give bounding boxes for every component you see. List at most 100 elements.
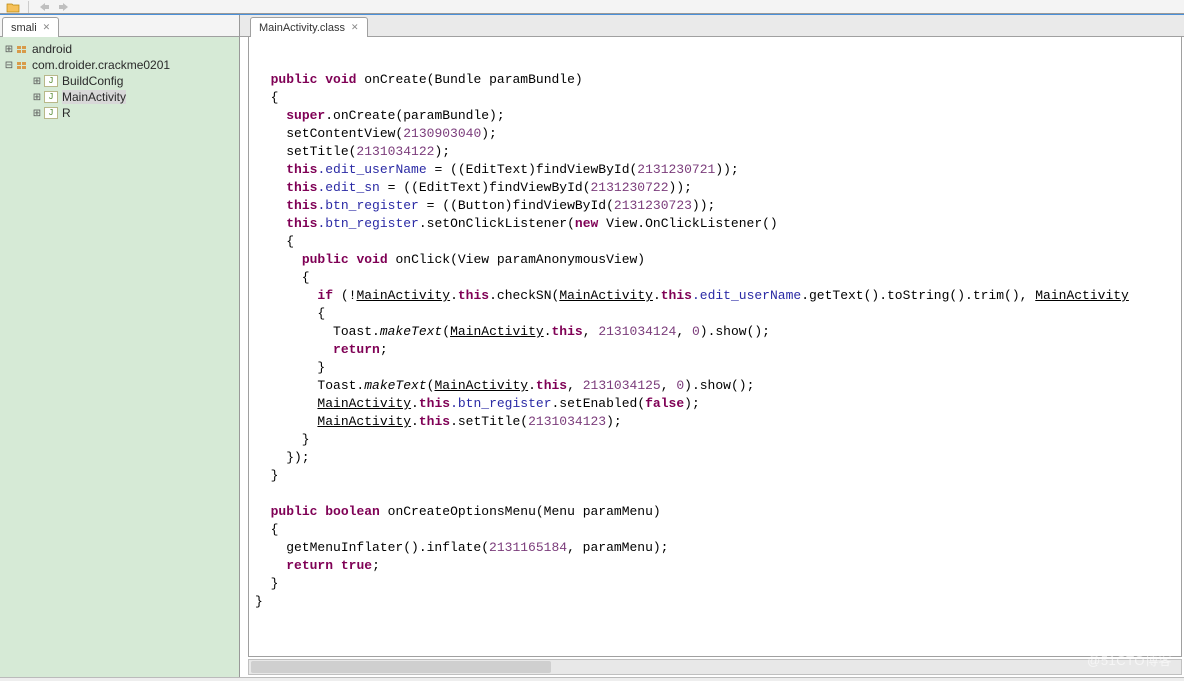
tree-item-android[interactable]: ⊞ android [2, 41, 237, 57]
tree-item-r[interactable]: ⊞ J R [2, 105, 237, 121]
txt: = ((EditText)findViewById( [380, 180, 591, 195]
forward-icon[interactable] [57, 1, 71, 13]
txt: ).show(); [684, 378, 754, 393]
num: 2131165184 [489, 540, 567, 555]
class-ref: MainActivity [450, 324, 544, 339]
method-sig: onCreate(Bundle paramBundle) [364, 72, 582, 87]
field: .edit_userName [692, 288, 801, 303]
tab-label: smali [11, 22, 37, 34]
editor-panel: MainActivity.class ✕ public void onCreat… [240, 15, 1184, 677]
kw-public: public [302, 252, 349, 267]
method-sig: onClick(View paramAnonymousView) [395, 252, 645, 267]
bottom-border [0, 677, 1184, 681]
tree-label: R [62, 106, 71, 120]
txt: , [583, 324, 599, 339]
brace: } [255, 468, 278, 483]
call: .onCreate(paramBundle); [325, 108, 504, 123]
txt: ); [481, 126, 497, 141]
package-explorer: smali ✕ ⊞ android ⊟ com.droider.crackme0… [0, 15, 240, 677]
expand-icon[interactable]: ⊞ [32, 108, 42, 119]
field: .btn_register [317, 216, 418, 231]
txt: )); [669, 180, 692, 195]
txt: .setOnClickListener( [419, 216, 575, 231]
kw-this: this [286, 162, 317, 177]
kw-new: new [575, 216, 598, 231]
kw-this: this [661, 288, 692, 303]
txt: . [653, 288, 661, 303]
txt: .setEnabled( [552, 396, 646, 411]
txt: ); [684, 396, 700, 411]
tree-label: BuildConfig [62, 74, 123, 88]
tree-item-buildconfig[interactable]: ⊞ J BuildConfig [2, 73, 237, 89]
kw-this: this [419, 396, 450, 411]
kw-this: this [286, 180, 317, 195]
txt: , [567, 378, 583, 393]
txt: getMenuInflater().inflate( [255, 540, 489, 555]
method-sig: onCreateOptionsMenu(Menu paramMenu) [388, 504, 661, 519]
kw-boolean: boolean [325, 504, 380, 519]
close-icon[interactable]: ✕ [43, 22, 51, 33]
expand-icon[interactable]: ⊞ [4, 44, 14, 55]
txt: )); [692, 198, 715, 213]
brace: { [255, 234, 294, 249]
collapse-icon[interactable]: ⊟ [4, 60, 14, 71]
back-icon[interactable] [37, 1, 51, 13]
txt: ; [372, 558, 380, 573]
toolbar [0, 0, 1184, 14]
static-call: makeText [380, 324, 442, 339]
num: 2131034124 [598, 324, 676, 339]
tree-item-com-droider[interactable]: ⊟ com.droider.crackme0201 [2, 57, 237, 73]
field: .btn_register [317, 198, 418, 213]
call: setTitle( [255, 144, 356, 159]
num: 2131034125 [583, 378, 661, 393]
tree-label: MainActivity [62, 90, 126, 104]
kw-this: this [286, 216, 317, 231]
expand-icon[interactable]: ⊞ [32, 92, 42, 103]
txt: . [528, 378, 536, 393]
field: .btn_register [450, 396, 551, 411]
brace: } [255, 576, 278, 591]
java-file-icon: J [44, 75, 58, 87]
tab-smali[interactable]: smali ✕ [2, 17, 59, 37]
folder-open-icon[interactable] [6, 1, 20, 13]
horizontal-scrollbar[interactable] [248, 659, 1182, 675]
txt: . [544, 324, 552, 339]
txt: ); [606, 414, 622, 429]
kw-if: if [317, 288, 333, 303]
txt: Toast. [255, 378, 364, 393]
brace: { [255, 522, 278, 537]
num: 2131230722 [591, 180, 669, 195]
num: 2131034122 [356, 144, 434, 159]
tree-label: android [32, 42, 72, 56]
kw-this: this [458, 288, 489, 303]
brace: }); [255, 450, 310, 465]
brace: } [255, 594, 263, 609]
class-ref: MainActivity [317, 414, 411, 429]
static-call: makeText [364, 378, 426, 393]
package-tree[interactable]: ⊞ android ⊟ com.droider.crackme0201 ⊞ J … [0, 37, 239, 677]
code-editor[interactable]: public void onCreate(Bundle paramBundle)… [248, 37, 1182, 657]
txt: . [450, 288, 458, 303]
txt: .setTitle( [450, 414, 528, 429]
kw-true: true [341, 558, 372, 573]
toolbar-divider [28, 1, 29, 13]
txt: .checkSN( [489, 288, 559, 303]
txt: .getText().toString().trim(), [801, 288, 1035, 303]
txt [333, 558, 341, 573]
class-ref: MainActivity [356, 288, 450, 303]
field: .edit_userName [317, 162, 426, 177]
num: 2130903040 [403, 126, 481, 141]
scrollbar-thumb[interactable] [251, 661, 551, 673]
java-file-icon: J [44, 107, 58, 119]
txt: ).show(); [700, 324, 770, 339]
kw-return: return [333, 342, 380, 357]
tab-mainactivity-class[interactable]: MainActivity.class ✕ [250, 17, 368, 37]
tab-label: MainActivity.class [259, 22, 345, 34]
left-tab-strip: smali ✕ [0, 15, 239, 37]
expand-icon[interactable]: ⊞ [32, 76, 42, 87]
close-icon[interactable]: ✕ [351, 22, 359, 33]
tree-item-mainactivity[interactable]: ⊞ J MainActivity [2, 89, 237, 105]
txt: ; [380, 342, 388, 357]
txt: . [411, 396, 419, 411]
kw-void: void [325, 72, 356, 87]
